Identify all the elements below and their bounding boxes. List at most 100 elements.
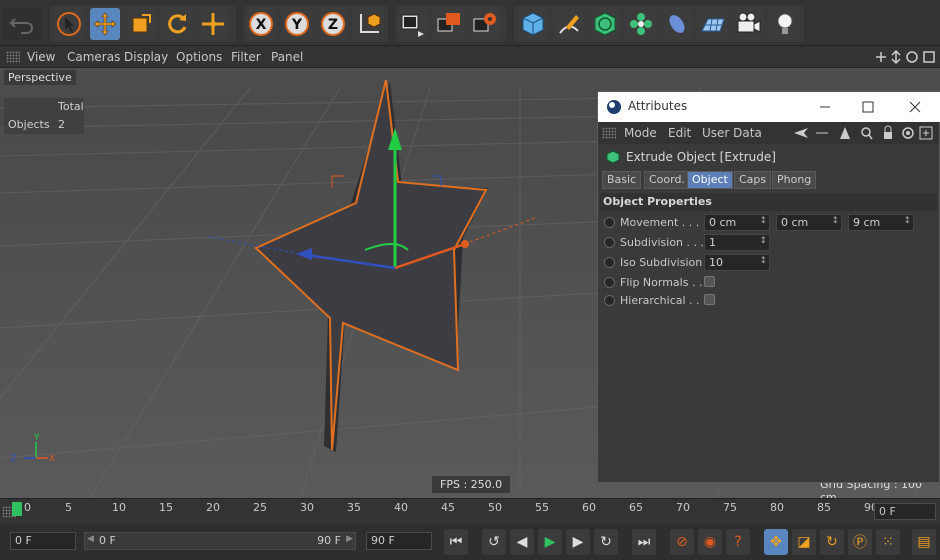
render-view-icon[interactable] (398, 8, 428, 40)
range-left-arrow-icon[interactable]: ◀ (87, 534, 94, 544)
svg-text:Z: Z (328, 17, 338, 33)
movement-label: Movement . . . . (620, 216, 707, 229)
deformer-icon[interactable] (662, 8, 692, 40)
attributes-window: Attributes Mode Edit User Data Extrude O… (597, 91, 940, 483)
menu-user-data[interactable]: User Data (702, 126, 762, 140)
timeline-tick-label: 10 (112, 501, 126, 514)
record-position-icon[interactable]: ✥ (764, 529, 788, 555)
animate-dot-icon[interactable] (604, 295, 615, 306)
previous-key-icon[interactable]: ↺ (482, 529, 506, 555)
menu-panel[interactable]: Panel (271, 50, 303, 64)
flip-normals-label: Flip Normals . . (620, 276, 703, 289)
record-rotation-icon[interactable]: ↻ (820, 529, 844, 555)
menu-filter[interactable]: Filter (231, 50, 261, 64)
hierarchical-row: Hierarchical . . . (600, 292, 937, 312)
move-tool-icon[interactable] (90, 8, 120, 40)
z-axis-lock-icon[interactable]: Z (318, 8, 348, 40)
next-key-icon[interactable]: ↻ (594, 529, 618, 555)
animate-dot-icon[interactable] (604, 277, 615, 288)
window-controls[interactable] (818, 100, 928, 114)
cinema4d-window: X Y Z View Cameras Display Options Filte… (0, 0, 940, 560)
menu-display[interactable]: Display (124, 50, 168, 64)
world-axis-icon: Y X Z (10, 433, 55, 464)
coordinate-system-icon[interactable] (354, 8, 384, 40)
viewport-camera-label[interactable]: Perspective (4, 70, 76, 85)
tab-object[interactable]: Object (687, 171, 733, 189)
iso-subdivision-label: Iso Subdivision (620, 256, 703, 269)
tab-caps[interactable]: Caps (734, 171, 772, 189)
object-title: Extrude Object [Extrude] (626, 150, 776, 164)
panel-grip-icon[interactable] (6, 51, 20, 63)
attributes-grip-icon[interactable] (602, 127, 616, 139)
animate-dot-icon[interactable] (604, 257, 615, 268)
hud-header: Total (58, 100, 84, 113)
subdivision-surface-icon[interactable] (590, 8, 620, 40)
viewport-nav-icons[interactable] (874, 49, 938, 65)
attributes-nav-icons[interactable] (792, 125, 938, 141)
timeline-window-icon[interactable]: ▤ (912, 529, 936, 555)
movement-z-field[interactable]: 9 cm (848, 214, 914, 231)
animate-dot-icon[interactable] (604, 237, 615, 248)
render-picture-viewer-icon[interactable] (434, 8, 464, 40)
menu-view[interactable]: View (27, 50, 55, 64)
record-parameter-icon[interactable]: Ⓟ (848, 529, 872, 555)
viewport-menubar: View Cameras Display Options Filter Pane… (0, 46, 940, 68)
current-frame-field[interactable]: 0 F (10, 532, 76, 550)
timeline-tick-label: 50 (488, 501, 502, 514)
timeline-end-field[interactable]: 0 F (874, 503, 936, 520)
hud-objects-label: Objects (8, 118, 50, 131)
subdivision-field[interactable]: 1 (704, 234, 770, 251)
animate-dot-icon[interactable] (604, 217, 615, 228)
cloner-icon[interactable] (626, 8, 656, 40)
go-to-end-icon[interactable]: ⏭ (632, 529, 656, 555)
max-frame-field[interactable]: 90 F (366, 532, 432, 550)
svg-text:Y: Y (291, 17, 303, 33)
menu-cameras[interactable]: Cameras (67, 50, 120, 64)
render-settings-icon[interactable] (470, 8, 500, 40)
y-axis-lock-icon[interactable]: Y (282, 8, 312, 40)
current-frame-marker[interactable] (12, 502, 22, 516)
range-end-label: 90 F (317, 534, 341, 547)
light-bulb-icon[interactable] (770, 8, 800, 40)
next-frame-icon[interactable]: ▶ (566, 529, 590, 555)
pen-spline-icon[interactable] (554, 8, 584, 40)
extrude-object-icon (606, 150, 620, 164)
camera-icon[interactable] (734, 8, 764, 40)
transform-tool-icon[interactable] (198, 8, 228, 40)
scale-tool-icon[interactable] (126, 8, 156, 40)
menu-mode[interactable]: Mode (624, 126, 657, 140)
movement-x-field[interactable]: 0 cm (704, 214, 770, 231)
tab-coord[interactable]: Coord. (644, 171, 690, 189)
tab-phong[interactable]: Phong (772, 171, 817, 189)
preview-range-slider[interactable]: ◀ 0 F 90 F ▶ (84, 532, 356, 550)
keyframe-selection-icon[interactable]: ? (726, 529, 750, 555)
record-active-objects-icon[interactable]: ⊘ (670, 529, 694, 555)
autokeying-icon[interactable]: ◉ (698, 529, 722, 555)
go-to-start-icon[interactable]: ⏮ (444, 529, 468, 555)
range-right-arrow-icon[interactable]: ▶ (346, 534, 353, 544)
flip-normals-row: Flip Normals . . (600, 274, 937, 294)
timeline-tick-label: 85 (817, 501, 831, 514)
floor-environment-icon[interactable] (698, 8, 728, 40)
flip-normals-checkbox[interactable] (704, 276, 715, 287)
svg-text:X: X (256, 17, 267, 33)
undo-redo-icon[interactable] (2, 8, 42, 40)
attributes-title: Attributes (628, 99, 688, 113)
attributes-titlebar[interactable]: Attributes (598, 92, 940, 122)
record-point-level-icon[interactable]: ⁙ (876, 529, 900, 555)
select-cursor-icon[interactable] (54, 8, 84, 40)
x-axis-lock-icon[interactable]: X (246, 8, 276, 40)
previous-frame-icon[interactable]: ◀ (510, 529, 534, 555)
menu-options[interactable]: Options (176, 50, 222, 64)
record-scale-icon[interactable]: ◪ (792, 529, 816, 555)
menu-edit[interactable]: Edit (668, 126, 691, 140)
timeline-ruler[interactable]: 0 5 10 15 20 25 30 35 40 45 50 55 60 65 70 75 80 85 90 0 F (0, 498, 940, 524)
iso-subdivision-field[interactable]: 10 (704, 254, 770, 271)
hierarchical-checkbox[interactable] (704, 294, 715, 305)
tab-basic[interactable]: Basic (602, 171, 642, 189)
play-forward-icon[interactable]: ▶ (538, 529, 562, 555)
hud-stats: Total Objects 2 (4, 98, 84, 134)
cube-object-icon[interactable] (518, 8, 548, 40)
movement-y-field[interactable]: 0 cm (776, 214, 842, 231)
rotate-tool-icon[interactable] (162, 8, 192, 40)
